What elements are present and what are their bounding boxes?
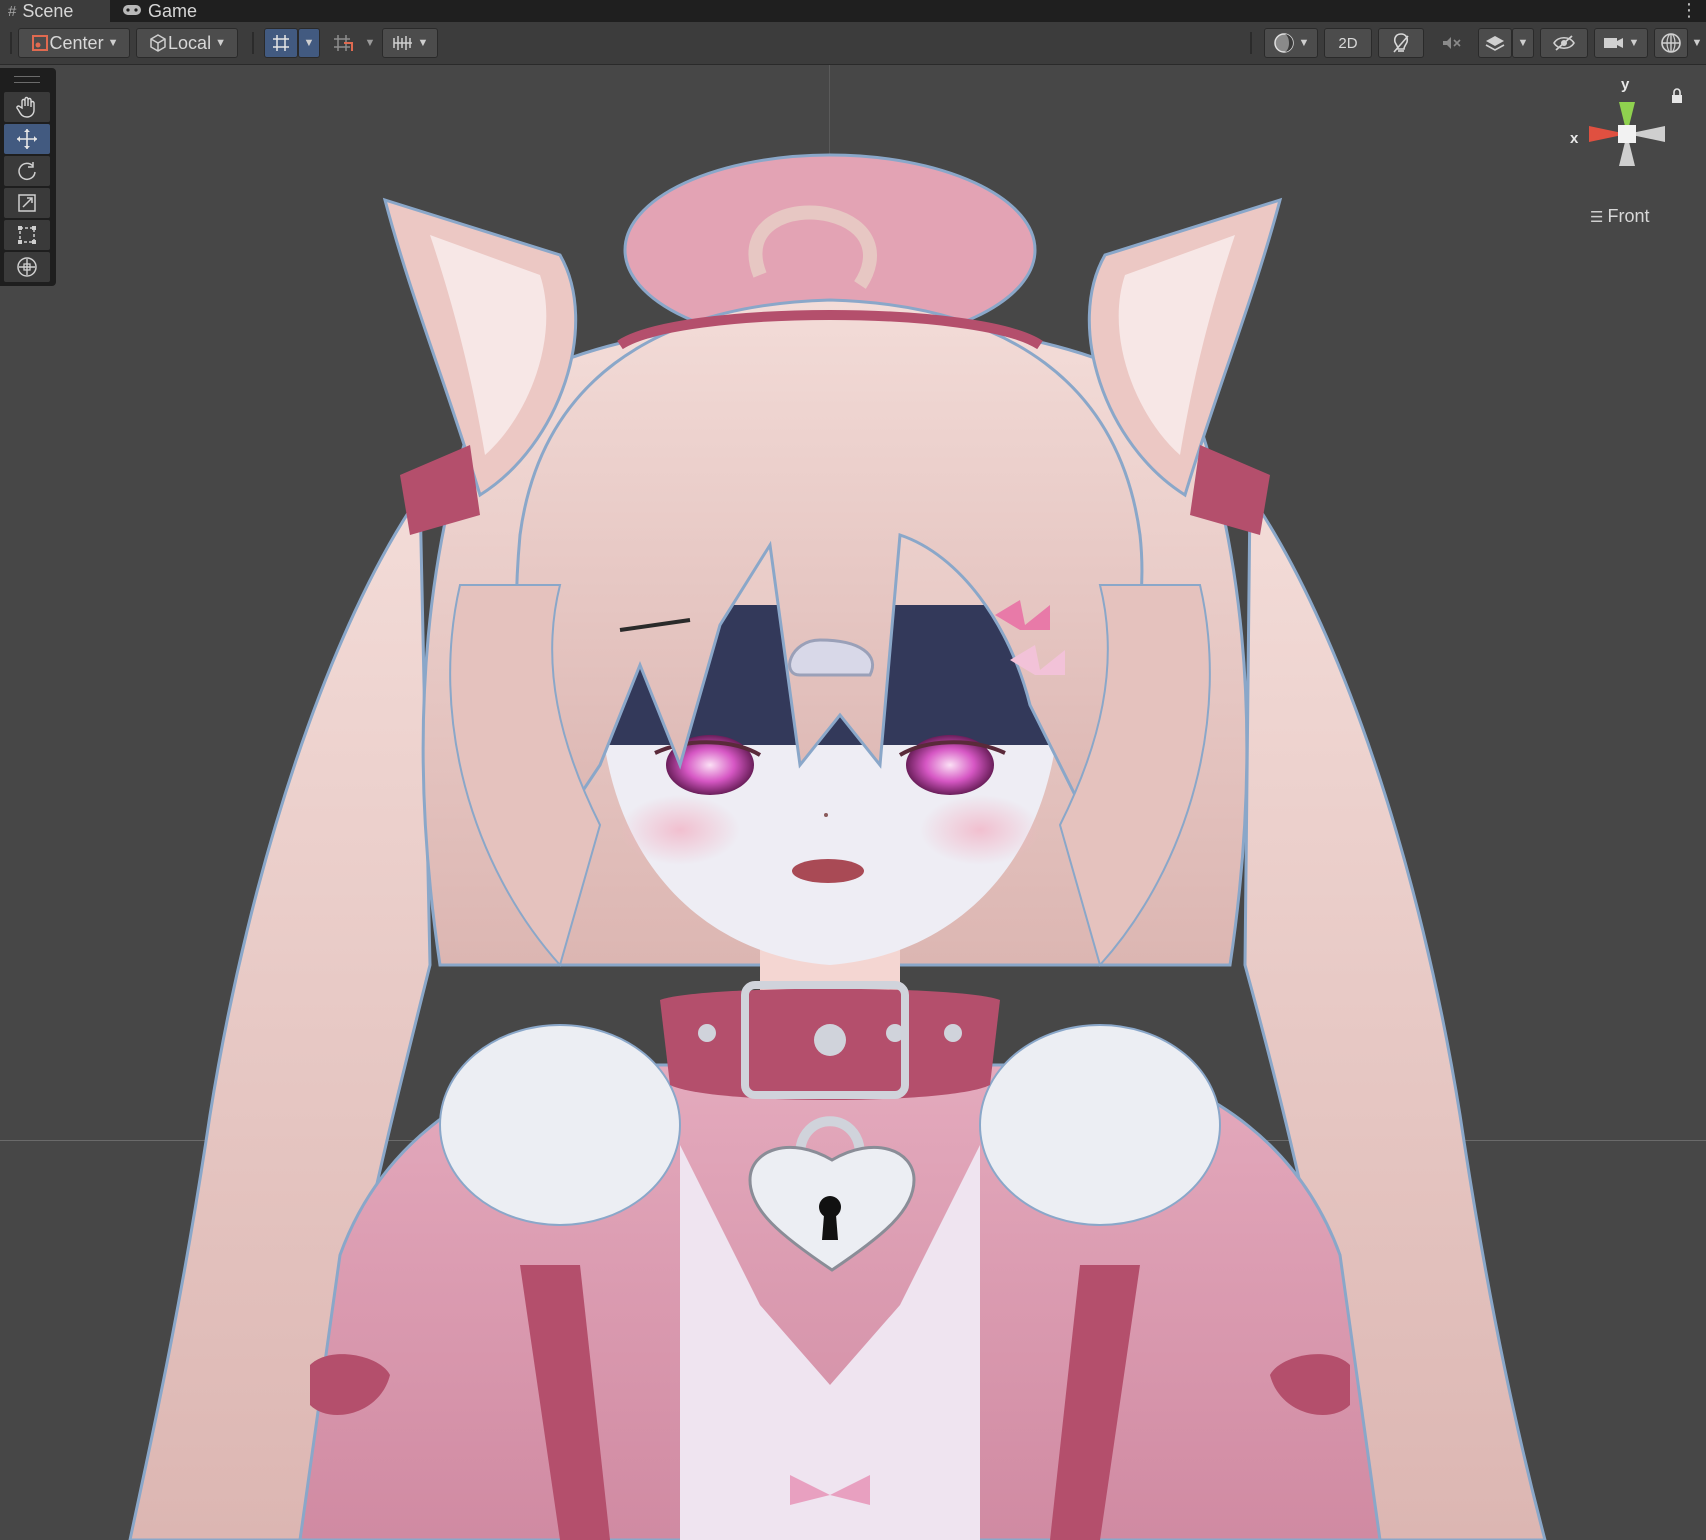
snap-icon	[334, 35, 353, 51]
gizmo-y-label: y	[1621, 76, 1630, 93]
transform-tool-button[interactable]	[4, 252, 50, 282]
transform-icon	[17, 257, 37, 277]
grid-snap-icon	[273, 35, 289, 51]
chevron-down-icon: ▼	[1298, 37, 1310, 49]
scene-grid-icon: #	[8, 2, 17, 20]
gizmo-x-label: x	[1570, 130, 1579, 147]
pivot-rotation-dropdown[interactable]: Local ▼	[136, 28, 238, 58]
shading-sphere-icon	[1273, 33, 1294, 53]
chevron-down-icon: ▼	[303, 37, 315, 49]
orientation-gizmo[interactable]: y x	[1570, 76, 1680, 190]
layers-effects-icon	[1485, 36, 1505, 51]
toggle-2d-label: 2D	[1338, 34, 1358, 52]
eye-hidden-icon	[1553, 35, 1575, 51]
tab-game-label: Game	[148, 0, 198, 21]
view-label-text: Front	[1607, 206, 1650, 226]
avatar-model-render[interactable]	[0, 65, 1706, 1540]
mouth	[792, 859, 864, 883]
pivot-mode-dropdown[interactable]: Center ▼	[18, 28, 130, 58]
hand-icon	[16, 96, 35, 118]
chevron-down-icon: ▼	[417, 37, 429, 49]
increment-snap-button[interactable]: ▼	[382, 28, 438, 58]
ruler-icon	[392, 36, 412, 50]
toolbar-separator	[252, 32, 254, 54]
move-arrows-icon	[17, 129, 37, 149]
chevron-down-icon: ▼	[364, 37, 376, 49]
rect-tool-button[interactable]	[4, 220, 50, 250]
grid-options-dropdown[interactable]: ▼	[298, 28, 320, 58]
audio-mute-icon	[1443, 37, 1461, 49]
grid-toggle-button[interactable]	[264, 28, 298, 58]
scene-view-window: # Scene Game ⋮ Center ▼ Local ▼ ▼ ▼ ▼ ▼ …	[0, 0, 1706, 1540]
chevron-down-icon: ▼	[1628, 37, 1640, 49]
gizmos-options-dropdown[interactable]: ▼	[1688, 28, 1706, 58]
scene-toolbar: Center ▼ Local ▼ ▼ ▼ ▼ ▼ 2D ▼ ▼ ▼	[0, 22, 1706, 65]
camera-icon	[1603, 38, 1623, 48]
audio-toggle-button[interactable]	[1430, 28, 1472, 58]
chevron-down-icon: ▼	[215, 37, 226, 49]
chevron-down-icon: ▼	[1691, 37, 1703, 49]
hand-tool-button[interactable]	[4, 92, 50, 122]
tab-bar: # Scene Game ⋮	[0, 0, 1706, 22]
rect-transform-icon	[18, 226, 36, 244]
more-options-icon[interactable]: ⋮	[1680, 1, 1698, 19]
scale-icon	[18, 194, 36, 212]
toggle-2d-button[interactable]: 2D	[1324, 28, 1372, 58]
nose	[824, 813, 828, 817]
lightbulb-icon	[1393, 33, 1409, 53]
effects-options-dropdown[interactable]: ▼	[1512, 28, 1534, 58]
toolbar-separator	[1250, 32, 1252, 54]
pivot-mode-label: Center	[49, 32, 104, 53]
scene-visibility-toggle[interactable]	[1540, 28, 1588, 58]
camera-settings-dropdown[interactable]: ▼	[1594, 28, 1648, 58]
outfit	[298, 1024, 1382, 1540]
menu-lines-icon: ☰	[1590, 208, 1604, 226]
gizmos-toggle-button[interactable]	[1654, 28, 1688, 58]
chevron-down-icon: ▼	[107, 37, 119, 49]
view-label[interactable]: ☰ Front	[1590, 206, 1649, 227]
tab-scene[interactable]: # Scene	[0, 0, 110, 22]
gizmo-axes[interactable]	[1570, 80, 1680, 190]
gamepad-icon	[122, 3, 142, 20]
lock-icon[interactable]	[1670, 88, 1684, 109]
blush-left	[620, 795, 740, 865]
tool-palette	[0, 68, 56, 286]
toolbar-separator	[10, 32, 12, 54]
move-tool-button[interactable]	[4, 124, 50, 154]
tab-game[interactable]: Game	[122, 0, 232, 22]
lighting-toggle-button[interactable]	[1378, 28, 1424, 58]
gizmo-globe-icon	[1661, 33, 1681, 53]
snap-increment-button[interactable]	[326, 28, 360, 58]
rotate-tool-button[interactable]	[4, 156, 50, 186]
gizmo-center-cube[interactable]	[1618, 125, 1636, 143]
blush-right	[920, 795, 1040, 865]
effects-toggle-button[interactable]	[1478, 28, 1512, 58]
scale-tool-button[interactable]	[4, 188, 50, 218]
palette-grip[interactable]	[14, 76, 40, 83]
pivot-rotation-label: Local	[168, 32, 212, 53]
shading-mode-dropdown[interactable]: ▼	[1264, 28, 1318, 58]
collar	[660, 981, 1000, 1100]
tab-scene-label: Scene	[22, 0, 74, 21]
local-cube-icon	[150, 34, 166, 52]
chevron-down-icon: ▼	[1517, 37, 1529, 49]
rotate-icon	[18, 162, 36, 181]
snap-options-dropdown[interactable]: ▼	[360, 28, 380, 58]
pivot-icon	[31, 35, 48, 51]
